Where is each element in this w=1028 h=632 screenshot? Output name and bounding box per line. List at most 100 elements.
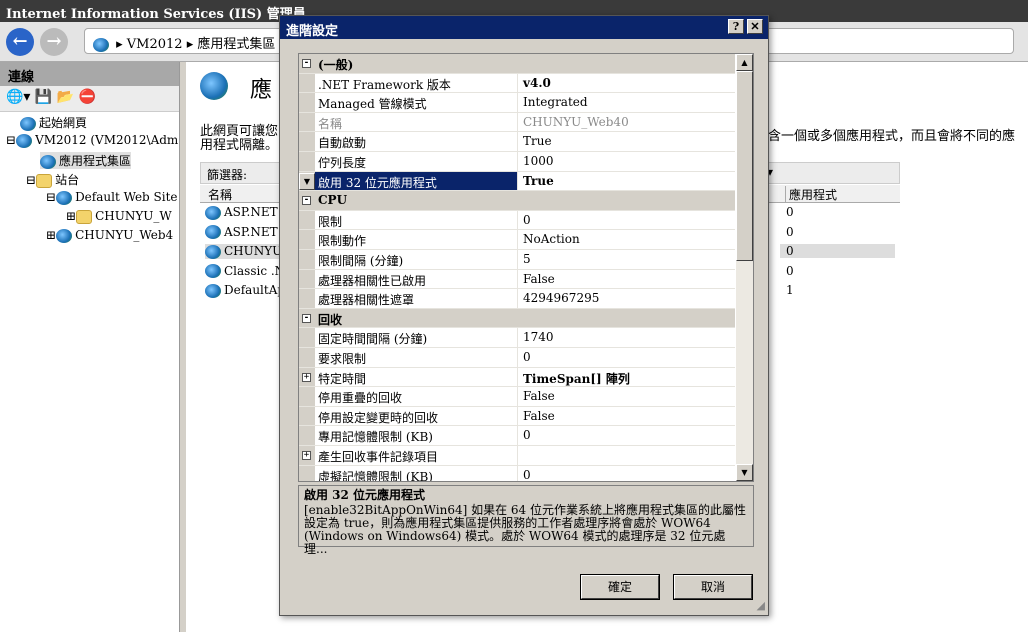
- connect-icon[interactable]: 🌐▾: [6, 89, 30, 105]
- app-pool-icon: [205, 205, 221, 220]
- cancel-button[interactable]: 取消: [673, 574, 753, 600]
- expand-icon[interactable]: +: [302, 451, 311, 460]
- property-value[interactable]: 0: [519, 348, 735, 367]
- property-value[interactable]: 5: [519, 250, 735, 269]
- property-row[interactable]: 名稱 CHUNYU_Web40: [299, 112, 735, 133]
- property-name: 專用記憶體限制 (KB): [315, 426, 518, 445]
- tree-node[interactable]: ⊞ CHUNYU_W: [66, 209, 172, 224]
- collapse-icon[interactable]: ⊟: [6, 133, 16, 147]
- expand-icon[interactable]: ⊞: [46, 228, 56, 242]
- property-value[interactable]: 1740: [519, 328, 735, 347]
- property-value[interactable]: TimeSpan[] 陣列: [519, 368, 735, 387]
- app-pool-icon: [205, 264, 221, 278]
- property-row[interactable]: 專用記憶體限制 (KB) 0: [299, 426, 735, 446]
- breadcrumb-item[interactable]: 應用程式集區: [197, 37, 275, 52]
- property-row[interactable]: 虛擬記憶體限制 (KB) 0: [299, 465, 735, 481]
- tree-node[interactable]: ⊟ Default Web Site: [46, 190, 178, 205]
- pool-name: ASP.NET: [224, 224, 278, 239]
- property-row[interactable]: + 產生回收事件記錄項目: [299, 446, 735, 466]
- property-row[interactable]: 要求限制 0: [299, 348, 735, 368]
- app-pool-icon: [205, 283, 221, 298]
- dropdown-arrow-icon[interactable]: ▼: [299, 172, 315, 190]
- globe-icon: [16, 133, 33, 148]
- property-value[interactable]: True: [519, 132, 735, 151]
- description-text: [enable32BitAppOnWin64] 如果在 64 位元作業系統上將應…: [304, 503, 746, 556]
- advanced-settings-dialog: 進階設定 ? ✕ - (一般) .NET Framework 版本 v4.0 Manag…: [279, 15, 769, 616]
- collapse-icon[interactable]: ⊟: [46, 190, 56, 204]
- property-row[interactable]: .NET Framework 版本 v4.0: [299, 73, 735, 94]
- column-apps[interactable]: 應用程式: [785, 186, 895, 203]
- property-name: 啟用 32 位元應用程式: [315, 171, 518, 191]
- property-row[interactable]: 自動啟動 True: [299, 132, 735, 152]
- property-value[interactable]: 1000: [519, 152, 735, 171]
- category-label: CPU: [318, 193, 348, 208]
- property-value[interactable]: 4294967295: [519, 289, 735, 308]
- property-value[interactable]: [519, 446, 735, 465]
- property-row[interactable]: 處理器相關性已啟用 False: [299, 269, 735, 290]
- collapse-icon[interactable]: -: [302, 313, 311, 323]
- collapse-icon[interactable]: ⊟: [26, 173, 36, 187]
- property-row[interactable]: 佇列長度 1000: [299, 152, 735, 172]
- property-row[interactable]: 固定時間間隔 (分鐘) 1740: [299, 328, 735, 348]
- ok-button[interactable]: 確定: [580, 574, 660, 600]
- property-value[interactable]: True: [519, 172, 735, 191]
- close-button[interactable]: ✕: [747, 19, 763, 34]
- property-name: 自動啟動: [315, 132, 518, 151]
- connections-toolbar: 🌐▾ 💾 📂 ⛔: [0, 86, 179, 112]
- up-folder-icon[interactable]: 📂: [57, 89, 74, 105]
- column-name[interactable]: 名稱: [208, 186, 232, 203]
- property-row[interactable]: 停用設定變更時的回收 False: [299, 406, 735, 427]
- property-value[interactable]: v4.0: [519, 74, 735, 93]
- property-value[interactable]: False: [519, 270, 735, 289]
- property-value[interactable]: False: [519, 407, 735, 426]
- property-row[interactable]: + 特定時間 TimeSpan[] 陣列: [299, 367, 735, 388]
- property-value[interactable]: CHUNYU_Web40: [519, 113, 735, 132]
- scroll-thumb[interactable]: [736, 71, 753, 261]
- page-title: 應: [250, 78, 273, 103]
- resize-grip-icon[interactable]: ◢: [757, 599, 765, 612]
- property-name: 停用設定變更時的回收: [315, 406, 518, 426]
- tree-node[interactable]: 應用程式集區: [40, 152, 132, 169]
- scroll-up-icon[interactable]: ▲: [736, 54, 753, 71]
- folder-icon: [76, 209, 93, 224]
- collapse-icon[interactable]: -: [302, 59, 311, 68]
- property-row[interactable]: 限制動作 NoAction: [299, 230, 735, 250]
- tree-node[interactable]: ⊟ 站台: [26, 171, 79, 188]
- property-value[interactable]: NoAction: [519, 230, 735, 249]
- scroll-down-icon[interactable]: ▼: [736, 464, 753, 481]
- property-value[interactable]: 0: [519, 211, 735, 230]
- tree-node-label: CHUNYU_W: [95, 209, 172, 223]
- filter-label: 篩選器:: [207, 168, 248, 182]
- expand-icon[interactable]: +: [302, 372, 311, 382]
- connections-title: 連線: [0, 62, 179, 86]
- property-name: 處理器相關性已啟用: [315, 269, 518, 289]
- property-value[interactable]: False: [519, 387, 735, 406]
- property-row[interactable]: Managed 管線模式 Integrated: [299, 93, 735, 113]
- disconnect-icon[interactable]: ⛔: [79, 89, 96, 105]
- pool-apps: 0: [786, 205, 794, 219]
- tree-node[interactable]: 起始網頁: [20, 114, 87, 131]
- category-label: (一般): [318, 58, 354, 72]
- app-pool-icon: [200, 72, 240, 112]
- tree-node[interactable]: ⊟ VM2012 (VM2012\Adm: [6, 133, 178, 148]
- property-scrollbar[interactable]: ▲ ▼: [736, 54, 753, 481]
- property-category[interactable]: - CPU: [299, 191, 735, 211]
- property-value[interactable]: 0: [519, 466, 735, 481]
- tree-node[interactable]: ⊞ CHUNYU_Web4: [46, 228, 173, 243]
- forward-arrow-icon[interactable]: →: [40, 28, 68, 56]
- collapse-icon[interactable]: -: [302, 196, 311, 206]
- back-arrow-icon[interactable]: ←: [6, 28, 34, 56]
- property-category[interactable]: - (一般): [299, 54, 735, 74]
- property-value[interactable]: Integrated: [519, 93, 735, 112]
- property-category[interactable]: - 回收: [299, 308, 735, 329]
- property-row[interactable]: 停用重疊的回收 False: [299, 387, 735, 407]
- expand-icon[interactable]: ⊞: [66, 209, 76, 223]
- property-row[interactable]: 限制 0: [299, 210, 735, 231]
- help-button[interactable]: ?: [728, 19, 744, 34]
- property-row[interactable]: 啟用 32 位元應用程式 True ▼: [299, 171, 735, 192]
- property-value[interactable]: 0: [519, 426, 735, 445]
- breadcrumb-item[interactable]: VM2012: [127, 37, 183, 52]
- property-row[interactable]: 處理器相關性遮罩 4294967295: [299, 289, 735, 309]
- save-icon[interactable]: 💾: [35, 89, 52, 105]
- property-row[interactable]: 限制間隔 (分鐘) 5: [299, 250, 735, 270]
